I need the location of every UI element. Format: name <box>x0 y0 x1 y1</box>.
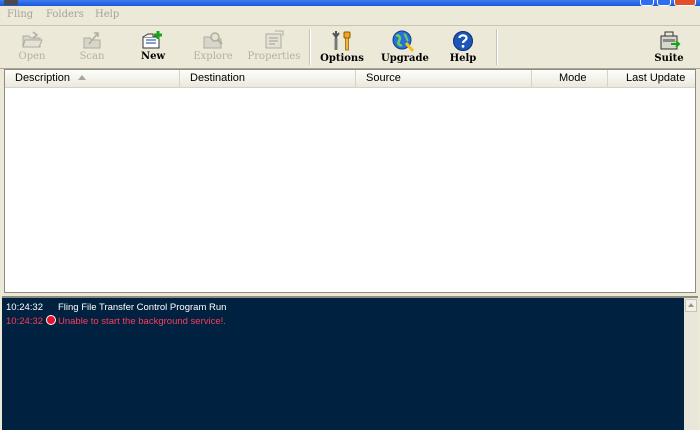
new-button[interactable]: New <box>133 28 173 66</box>
sort-ascending-icon <box>78 75 87 80</box>
scan-button[interactable]: Scan <box>72 28 112 66</box>
log-scrollbar[interactable] <box>684 298 698 430</box>
toolbar: Open Scan New Explore Properties Options… <box>0 26 700 69</box>
open-button[interactable]: Open <box>12 28 52 66</box>
app-icon <box>4 0 18 5</box>
column-header-last-update[interactable]: Last Update <box>608 70 695 87</box>
properties-button[interactable]: Properties <box>244 28 304 66</box>
suite-icon <box>660 31 681 50</box>
help-icon <box>453 31 473 51</box>
column-header-mode[interactable]: Mode <box>532 70 608 87</box>
menu-folders[interactable]: Folders <box>46 9 84 20</box>
list-header: Description Destination Source Mode Last… <box>5 70 695 88</box>
options-button[interactable]: Options <box>320 28 364 66</box>
column-header-destination[interactable]: Destination <box>180 70 356 87</box>
new-folder-icon <box>142 31 162 49</box>
properties-icon <box>265 30 284 49</box>
error-icon <box>46 315 56 325</box>
menu-fling[interactable]: Fling <box>7 9 33 20</box>
toolbar-separator <box>496 29 498 65</box>
menu-help[interactable]: Help <box>95 9 119 20</box>
upgrade-globe-icon <box>392 30 415 52</box>
upgrade-button[interactable]: Upgrade <box>381 28 429 66</box>
suite-button[interactable]: Suite <box>651 28 687 66</box>
scan-icon <box>83 32 101 49</box>
menu-bar: Fling Folders Help <box>0 6 700 26</box>
scroll-up-button[interactable] <box>685 299 697 312</box>
help-button[interactable]: Help <box>447 28 479 66</box>
explore-icon <box>203 32 223 49</box>
folder-list[interactable]: Description Destination Source Mode Last… <box>4 69 696 293</box>
folder-open-icon <box>22 31 43 48</box>
log-entry: 10:24:32 Unable to start the background s… <box>6 315 226 327</box>
options-icon <box>332 31 351 51</box>
log-panel: 10:24:32 Fling File Transfer Control Prog… <box>2 296 698 430</box>
explore-button[interactable]: Explore <box>191 28 235 66</box>
column-header-description[interactable]: Description <box>5 70 180 87</box>
log-entry: 10:24:32 Fling File Transfer Control Prog… <box>6 302 227 313</box>
column-header-source[interactable]: Source <box>356 70 532 87</box>
toolbar-separator <box>309 29 311 65</box>
